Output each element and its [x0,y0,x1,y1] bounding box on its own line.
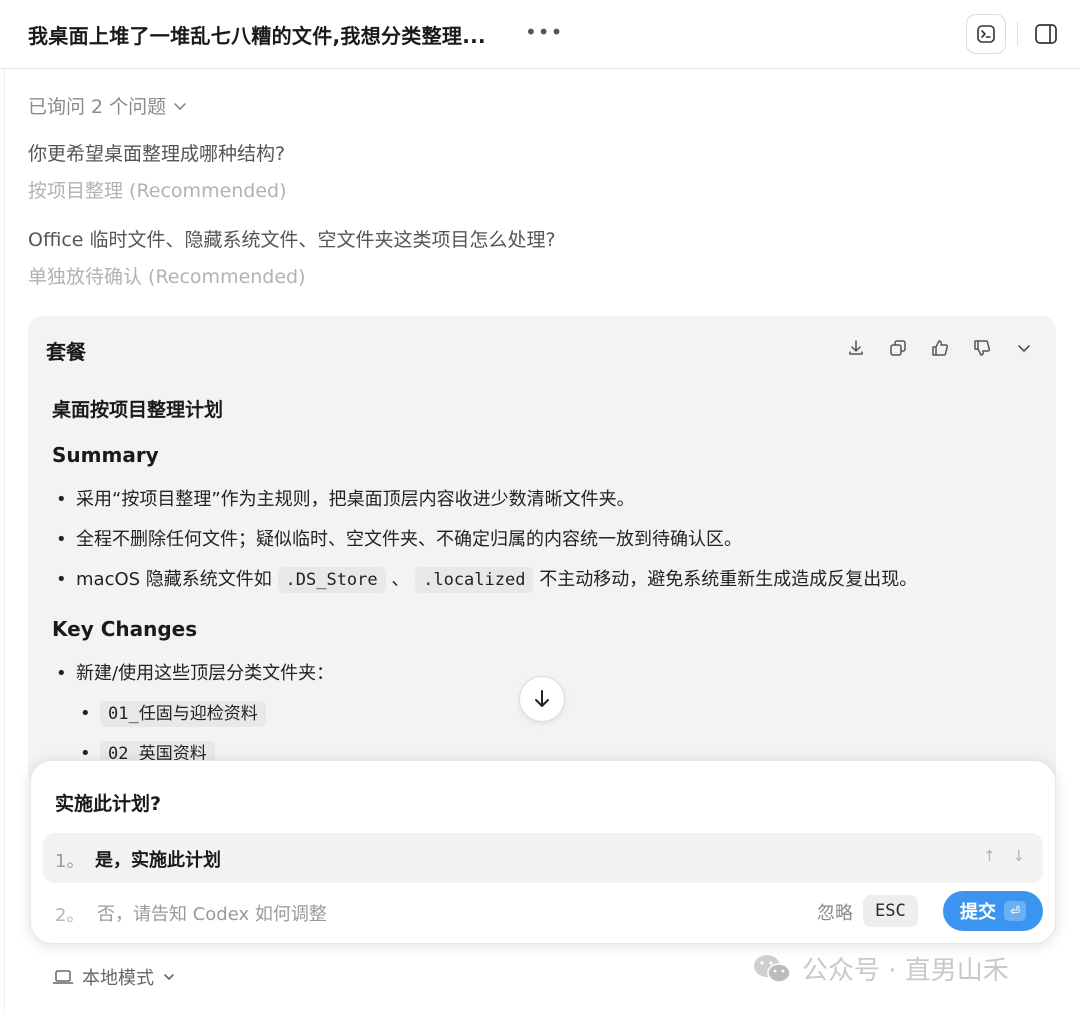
plan-heading: 桌面按项目整理计划 [52,399,224,421]
summary-item: 全程不删除任何文件；疑似临时、空文件夹、不确定归属的内容统一放到待确认区。 [52,520,1042,560]
up-down-arrows-icon: ↑ ↓ [983,847,1031,865]
answer-1: 按项目整理 (Recommended) [28,180,287,202]
summary-item-separator: 、 [391,569,410,590]
watermark: 公众号 · 直男山禾 [752,950,1009,987]
question-2: Office 临时文件、隐藏系统文件、空文件夹这类项目怎么处理? [28,229,556,251]
copy-icon[interactable] [886,336,910,360]
inline-code: .DS_Store [277,567,386,593]
folder-name: 01_任固与迎检资料 [100,701,266,727]
sidebar-toggle-icon [1035,24,1057,44]
dialog-question: 实施此计划? [55,793,162,815]
summary-list: 采用“按项目整理”作为主规则，把桌面顶层内容收进少数清晰文件夹。 全程不删除任何… [52,480,1042,600]
submit-label: 提交 [960,902,996,923]
summary-item-text: 不主动移动，避免系统重新生成造成反复出现。 [539,569,918,590]
summary-item: macOS 隐藏系统文件如 .DS_Store 、 .localized 不主动… [52,560,1042,600]
header-divider [1017,22,1018,46]
option-yes[interactable]: 1。 是，实施此计划 ↑ ↓ [43,833,1043,883]
summary-heading: Summary [52,443,159,467]
summary-item-text: macOS 隐藏系统文件如 [76,569,272,590]
terminal-button[interactable] [966,14,1006,54]
inline-code: .localized [415,567,534,593]
arrow-down-icon [535,690,549,707]
more-horizontal-icon[interactable]: ••• [525,20,563,44]
download-icon[interactable] [844,336,868,360]
plan-actions [844,336,1036,360]
chevron-down-icon [164,974,174,981]
watermark-text: 公众号 · 直男山禾 [802,956,1009,986]
chevron-down-icon [174,102,186,110]
summary-item: 采用“按项目整理”作为主规则，把桌面顶层内容收进少数清晰文件夹。 [52,480,1042,520]
ignore-button[interactable]: 忽略 [817,899,853,925]
option-label: 否，请告知 Codex 如何调整 [97,904,327,925]
mode-label: 本地模式 [82,968,154,989]
sidebar-toggle-button[interactable] [1032,20,1060,48]
implement-plan-dialog: 实施此计划? 1。 是，实施此计划 ↑ ↓ 2。 否，请告知 Codex 如何调… [30,760,1056,944]
terminal-icon [977,25,995,43]
mode-selector[interactable]: 本地模式 [52,964,176,990]
option-number: 1。 [55,851,85,872]
option-label: 是，实施此计划 [95,850,221,871]
thumbs-up-icon[interactable] [928,336,952,360]
top-bar: 我桌面上堆了一堆乱七八糟的文件,我想分类整理... ••• [0,0,1080,69]
collapse-chevron-icon[interactable] [1012,336,1036,360]
asked-questions-toggle[interactable]: 已询问 2 个问题 [28,92,188,119]
wechat-logo-icon [754,954,791,983]
asked-questions-label: 已询问 2 个问题 [28,96,167,118]
plan-card-title: 套餐 [46,340,86,364]
thumbs-down-icon[interactable] [970,336,994,360]
submit-button[interactable]: 提交 ⏎ [943,891,1043,931]
enter-key-icon: ⏎ [1004,901,1026,921]
key-changes-heading: Key Changes [52,617,198,641]
window-edge [4,68,5,1010]
option-number: 2。 [55,905,85,926]
scroll-to-bottom-button[interactable] [519,676,565,722]
conversation-title: 我桌面上堆了一堆乱七八糟的文件,我想分类整理... [28,24,486,48]
esc-key-badge: ESC [863,895,918,927]
laptop-icon [52,970,74,984]
question-1: 你更希望桌面整理成哪种结构? [28,143,286,165]
answer-2: 单独放待确认 (Recommended) [28,266,306,288]
